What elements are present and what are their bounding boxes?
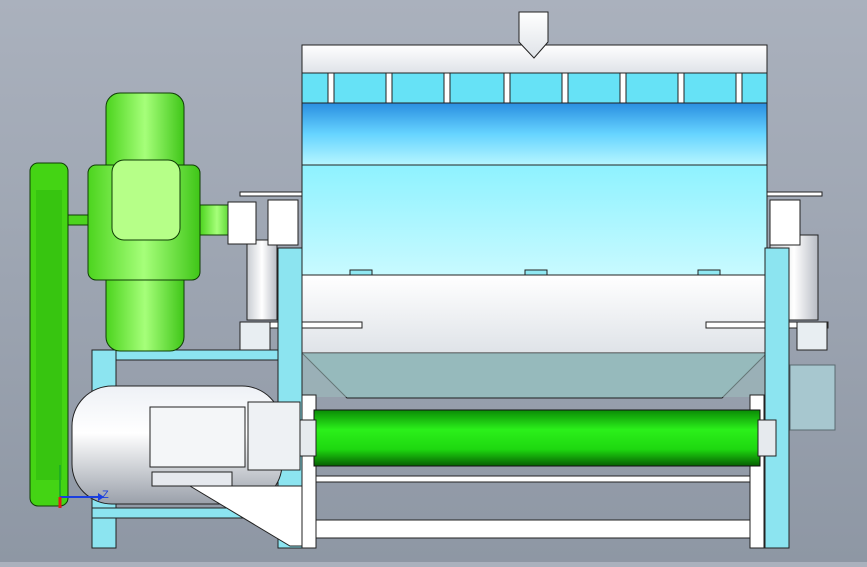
cad-model-viewport[interactable]: Z	[0, 0, 867, 562]
nozzle-slot	[735, 72, 743, 104]
nozzle-slot	[503, 72, 511, 104]
drum-cover-upper	[301, 102, 768, 166]
conveyor-roller	[297, 409, 777, 467]
spray-manifold	[301, 72, 768, 104]
assembly-drawing: Z	[29, 11, 836, 549]
nozzle-slot	[677, 72, 685, 104]
nozzle-slot	[561, 72, 569, 104]
drum-body	[301, 164, 768, 283]
right-end-cap	[789, 364, 836, 431]
nozzle-slot	[619, 72, 627, 104]
nozzle-slot	[327, 72, 335, 104]
drum-lower-shell	[301, 274, 768, 354]
nozzle-slot	[385, 72, 393, 104]
triad-z-label: Z	[102, 489, 109, 501]
feed-hopper	[301, 11, 768, 74]
nozzle-slot	[443, 72, 451, 104]
collection-trough	[300, 352, 769, 399]
gearbox	[87, 92, 257, 352]
